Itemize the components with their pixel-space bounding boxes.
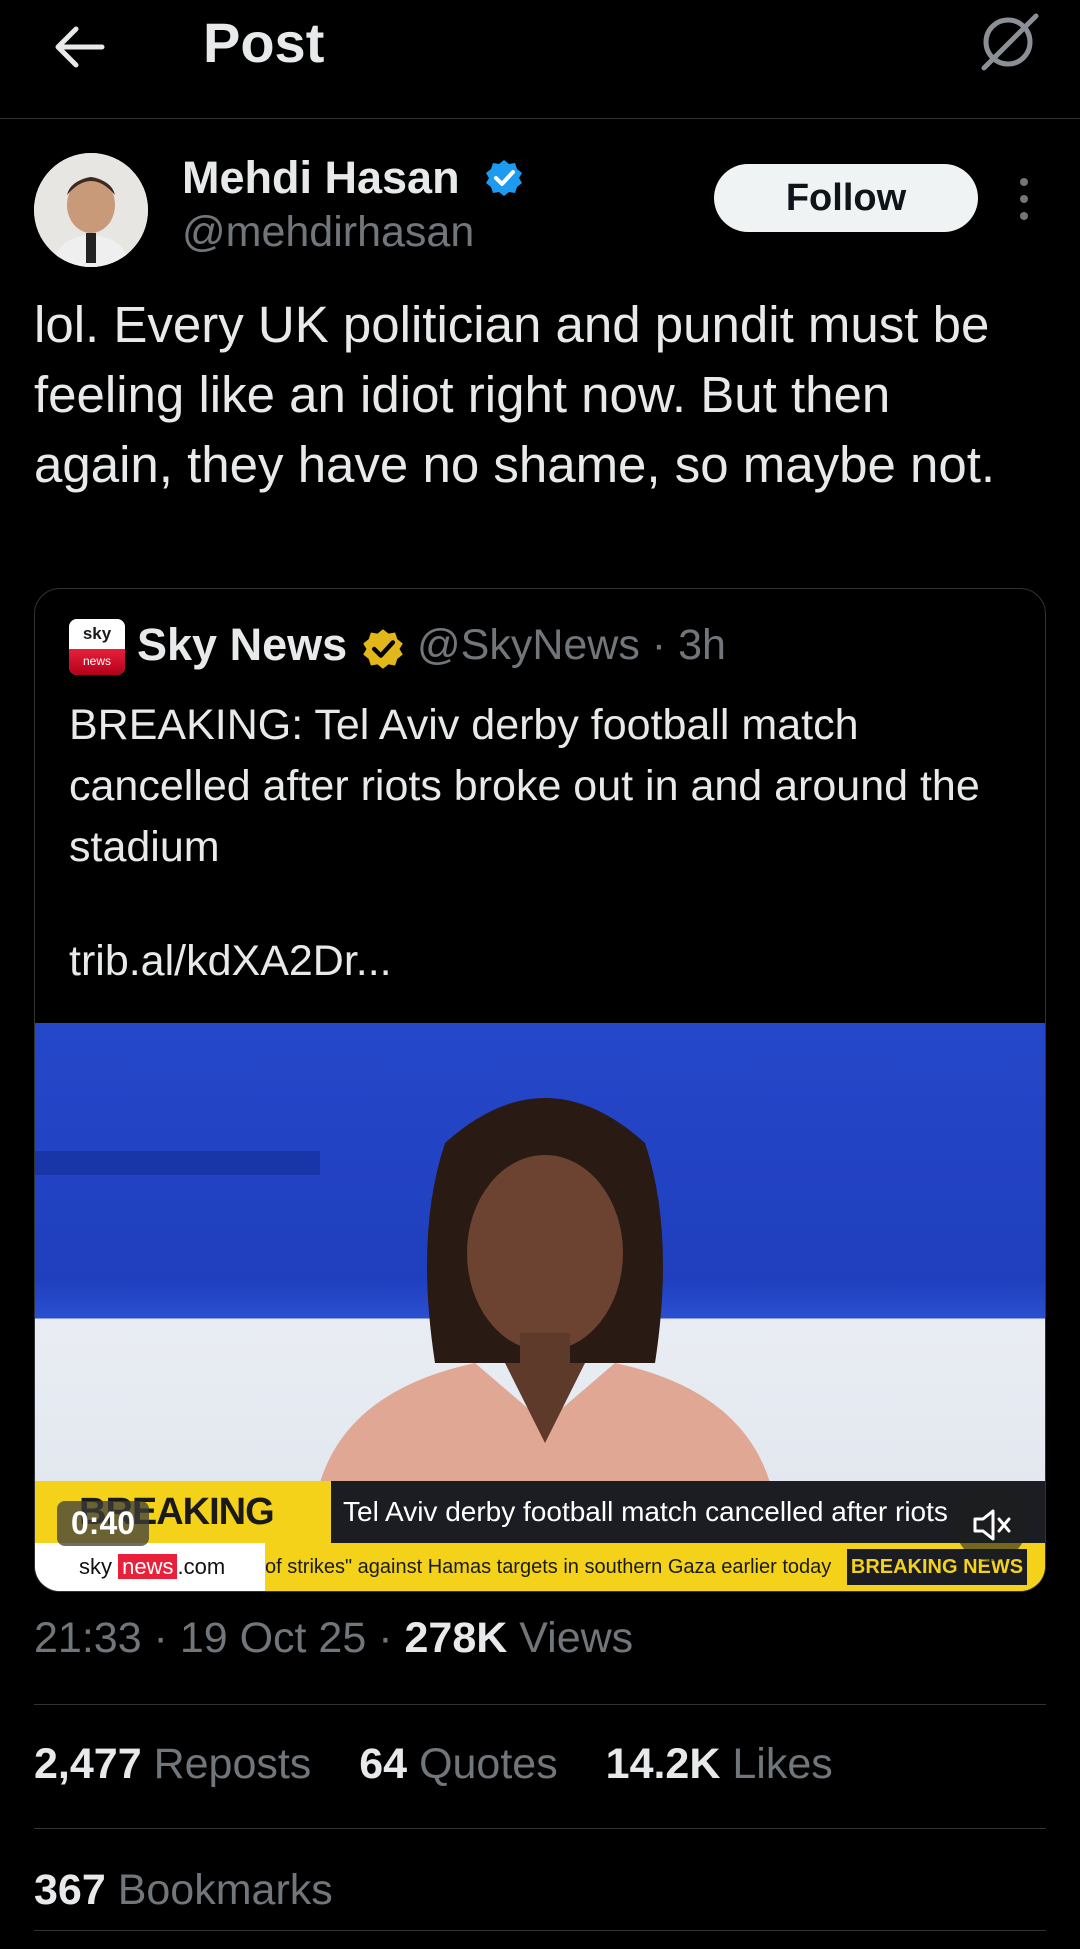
views-label[interactable]: Views [519, 1614, 633, 1662]
follow-button[interactable]: Follow [714, 164, 978, 232]
avatar[interactable] [34, 153, 148, 267]
reposts-count: 2,477 [34, 1740, 142, 1788]
author-handle[interactable]: @mehdirhasan [182, 208, 474, 257]
quotes-label: Quotes [419, 1740, 558, 1788]
post-meta: 21:33 · 19 Oct 25 · 278K Views [34, 1614, 633, 1663]
gold-verified-badge-icon [363, 629, 403, 669]
news-ticker: BREAKING NEWS Tel Aviv derby football ma… [35, 1481, 1045, 1591]
quotes-count: 64 [359, 1740, 408, 1788]
author-name[interactable]: Mehdi Hasan [182, 152, 460, 204]
timestamp: 21:33 · 19 Oct 25 · [34, 1614, 405, 1662]
engagement-stats: 2,477 Reposts 64 Quotes 14.2K Likes [34, 1740, 869, 1789]
page-title: Post [203, 11, 325, 74]
ticker-headline: Tel Aviv derby football match cancelled … [331, 1481, 1045, 1543]
sky-news-logo: sky news [69, 619, 125, 675]
grok-button[interactable] [972, 6, 1044, 78]
video-player[interactable]: BREAKING NEWS Tel Aviv derby football ma… [35, 1023, 1045, 1591]
site-label: sky news .com [35, 1543, 265, 1591]
ticker-scroll: of strikes" against Hamas targets in sou… [265, 1556, 832, 1578]
site-post: .com [177, 1554, 226, 1579]
divider [34, 1930, 1046, 1931]
bookmarks-label: Bookmarks [117, 1866, 333, 1914]
likes-stat[interactable]: 14.2K Likes [606, 1740, 833, 1789]
speaker-muted-icon [973, 1509, 1011, 1541]
arrow-left-icon [55, 26, 105, 68]
quotes-stat[interactable]: 64 Quotes [359, 1740, 557, 1789]
logo-top-text: sky [69, 619, 125, 649]
divider [34, 1828, 1046, 1829]
video-duration: 0:40 [57, 1501, 150, 1546]
quoted-text: BREAKING: Tel Aviv derby football match … [69, 701, 980, 871]
logo-bottom-text: news [69, 649, 125, 675]
verified-badge-icon [486, 160, 522, 196]
quoted-handle-time: @SkyNews · 3h [417, 621, 726, 669]
likes-label: Likes [732, 1740, 833, 1788]
presenter-image [315, 1098, 775, 1503]
quoted-link[interactable]: trib.al/kdXA2Dr... [69, 937, 392, 986]
avatar-image [34, 153, 148, 267]
divider [34, 1704, 1046, 1705]
quoted-author-name: Sky News [137, 619, 348, 670]
reposts-stat[interactable]: 2,477 Reposts [34, 1740, 311, 1789]
views-count: 278K [404, 1614, 508, 1662]
more-options-icon[interactable] [1010, 176, 1038, 222]
top-bar: Post [0, 0, 1080, 119]
quoted-post[interactable]: sky news Sky News @SkyNews · 3h BREAKING… [34, 588, 1046, 1592]
back-button[interactable] [44, 12, 114, 82]
bookmarks-count: 367 [34, 1866, 106, 1914]
mute-button[interactable] [955, 1489, 1027, 1561]
reposts-label: Reposts [153, 1740, 312, 1788]
site-news: news [118, 1554, 178, 1579]
site-pre: sky [79, 1554, 112, 1579]
likes-count: 14.2K [605, 1740, 721, 1788]
post-text: lol. Every UK politician and pundit must… [34, 296, 996, 493]
bookmarks-stat[interactable]: 367 Bookmarks [34, 1866, 333, 1915]
grok-icon [981, 13, 1039, 71]
